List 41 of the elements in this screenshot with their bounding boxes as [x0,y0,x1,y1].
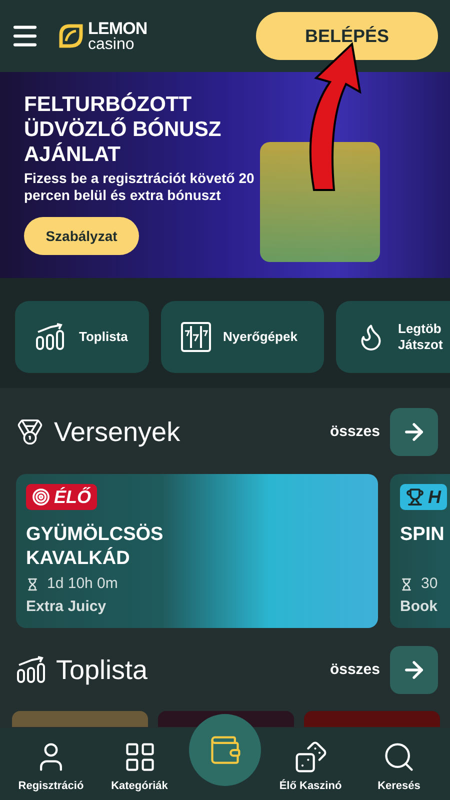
see-all-link[interactable]: összes [330,658,380,682]
banner-subtitle: Fizess be a regisztrációt követő 20 percen belül és extra bónuszt [24,170,256,204]
time-remaining: 1d 10h 0m [47,574,118,594]
nav-item[interactable]: Regisztráció [12,740,90,794]
section-title: Toplista [56,654,148,687]
category-shortcut[interactable]: Legtöb Játszot [336,301,450,373]
trophy-icon [406,488,424,506]
see-all-link[interactable]: összes [330,420,380,444]
tournament-title: GYÜMÖLCSÖS KAVALKÁD [26,523,164,571]
nav-item[interactable]: Kategóriák [100,740,178,794]
target-icon [32,488,50,506]
category-shortcut[interactable]: Nyerőgépek [161,301,324,373]
nav-item[interactable]: Keresés [360,740,438,794]
logo-wordmark: LEMON [88,20,148,36]
login-button[interactable]: BELÉPÉS [256,12,438,60]
category-shortcut[interactable]: Toplista [15,301,149,373]
game-thumbnail[interactable] [12,711,148,727]
status-badge: ÉLŐ [26,484,98,510]
game-thumbnail[interactable] [304,711,440,727]
wallet-icon [208,733,242,767]
tournament-card[interactable]: ÉLŐ GYÜMÖLCSÖS KAVALKÁD 1d 10h 0m Extra Juicy [16,474,378,628]
game-name: Extra Juicy [26,596,108,616]
see-all-button[interactable] [390,408,438,456]
banner-title: FELTURBÓZOTT ÜDVÖZLŐ BÓNUSZ AJÁNLAT [24,92,222,167]
slot-machine-icon [181,322,211,352]
chart-icon [35,323,67,351]
logo-subtitle: casino [88,36,136,52]
rules-button[interactable]: Szabályzat [24,217,139,255]
dice-icon [294,740,328,774]
section-title: Versenyek [54,416,180,449]
chart-icon [16,656,48,684]
leaf-logo-icon [58,23,84,49]
nav-item[interactable]: Élő Kaszinó [272,740,350,794]
see-all-button[interactable] [390,646,438,694]
game-name: Book [400,596,438,616]
hourglass-icon [26,578,39,591]
status-badge: H [400,484,447,510]
tournament-card[interactable]: H SPIN 30 Book [390,474,450,628]
time-remaining: 30 [421,574,438,594]
tournament-title: SPIN [400,523,446,547]
hourglass-icon [400,578,413,591]
